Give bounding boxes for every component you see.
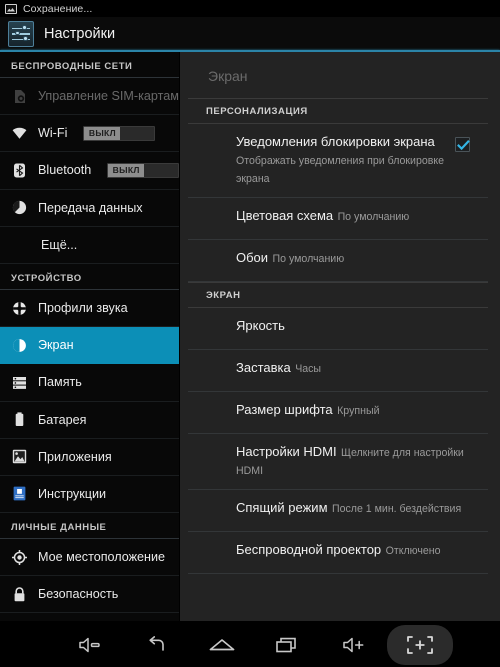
settings-sidebar[interactable]: БЕСПРОВОДНЫЕ СЕТИ Управление SIM-картам …	[0, 52, 180, 621]
sidebar-item-apps[interactable]: Приложения	[0, 439, 179, 476]
setting-subtitle: По умолчанию	[272, 253, 345, 265]
recents-icon[interactable]	[255, 625, 321, 665]
status-bar-text: Сохранение...	[23, 2, 93, 15]
sidebar-item-label: Экран	[38, 338, 74, 353]
sidebar-item-label: Wi-Fi	[38, 126, 68, 141]
sidebar-section-device: УСТРОЙСТВО	[0, 264, 179, 290]
sidebar-item-display[interactable]: Экран	[0, 327, 179, 365]
sidebar-item-label: Bluetooth	[38, 163, 92, 178]
content-split: БЕСПРОВОДНЫЕ СЕТИ Управление SIM-картам …	[0, 52, 500, 621]
sidebar-item-my-location[interactable]: Мое местоположение	[0, 539, 179, 577]
setting-color-scheme[interactable]: Цветовая схема По умолчанию	[188, 198, 488, 240]
sidebar-item-label: Ещё...	[41, 237, 78, 252]
sim-card-icon	[11, 88, 28, 105]
wifi-icon	[11, 125, 28, 142]
display-icon	[11, 337, 28, 354]
setting-subtitle: Отключено	[385, 545, 441, 557]
screenshot-icon[interactable]	[387, 625, 454, 665]
sidebar-item-sim-management[interactable]: Управление SIM-картам	[0, 78, 179, 116]
sidebar-item-storage[interactable]: Память	[0, 364, 179, 402]
sidebar-item-label: Память	[38, 375, 82, 390]
back-icon[interactable]	[123, 625, 189, 665]
sidebar-item-label: Батарея	[38, 412, 87, 427]
location-icon	[11, 549, 28, 566]
sidebar-item-label: Передача данных	[38, 200, 143, 215]
status-bar: Сохранение...	[0, 0, 500, 17]
bluetooth-toggle[interactable]: ВЫКЛ	[107, 162, 179, 178]
sidebar-item-more[interactable]: Ещё...	[0, 227, 179, 264]
setting-subtitle: По умолчанию	[337, 211, 410, 223]
bluetooth-toggle-label: ВЫКЛ	[112, 165, 140, 176]
page-title: Настройки	[44, 25, 116, 42]
setting-hdmi[interactable]: Настройки HDMI Щелкните для настройки HD…	[188, 434, 488, 490]
sidebar-section-wireless: БЕСПРОВОДНЫЕ СЕТИ	[0, 52, 179, 78]
setting-subtitle: Часы	[295, 363, 322, 375]
storage-icon	[11, 374, 28, 391]
battery-icon	[11, 411, 28, 428]
volume-down-icon[interactable]	[56, 625, 122, 665]
sidebar-item-label: Профили звука	[38, 301, 128, 316]
image-saving-icon	[5, 3, 17, 15]
setting-subtitle: Крупный	[337, 405, 380, 417]
data-usage-icon	[11, 199, 28, 216]
sidebar-item-label: Инструкции	[38, 486, 107, 501]
system-navigation-bar[interactable]	[0, 621, 500, 667]
content-section-personalization: ПЕРСОНАЛИЗАЦИЯ	[188, 98, 488, 124]
sidebar-item-language-input[interactable]: A Язык и ввод	[0, 613, 179, 621]
setting-title: Беспроводной проектор	[236, 542, 382, 557]
setting-title: Уведомления блокировки экрана	[236, 134, 435, 149]
sound-profiles-icon	[11, 300, 28, 317]
sidebar-item-sound-profiles[interactable]: Профили звука	[0, 290, 179, 328]
setting-title: Яркость	[236, 318, 285, 333]
sidebar-item-wifi[interactable]: Wi-Fi ВЫКЛ	[0, 115, 179, 153]
display-settings-panel: Экран ПЕРСОНАЛИЗАЦИЯ Уведомления блокиро…	[180, 52, 500, 621]
sidebar-item-bluetooth[interactable]: Bluetooth ВЫКЛ	[0, 152, 179, 190]
sidebar-section-personal: ЛИЧНЫЕ ДАННЫЕ	[0, 513, 179, 540]
apps-icon	[11, 448, 28, 465]
sidebar-item-security[interactable]: Безопасность	[0, 576, 179, 614]
setting-title: Размер шрифта	[236, 402, 333, 417]
setting-brightness[interactable]: Яркость	[188, 308, 488, 350]
sidebar-item-instructions[interactable]: Инструкции	[0, 476, 179, 514]
setting-wallpaper[interactable]: Обои По умолчанию	[188, 240, 488, 282]
app-bar: Настройки	[0, 17, 500, 50]
setting-font-size[interactable]: Размер шрифта Крупный	[188, 392, 488, 434]
home-icon[interactable]	[189, 625, 255, 665]
lock-icon	[11, 586, 28, 603]
settings-sliders-icon	[8, 20, 34, 47]
android-settings-screen: Сохранение... Настройки БЕСПРОВОДНЫЕ СЕТ…	[0, 0, 500, 667]
setting-subtitle: Отображать уведомления при блокировке эк…	[236, 155, 445, 185]
sidebar-item-label: Приложения	[38, 449, 112, 464]
content-section-screen: ЭКРАН	[188, 282, 488, 308]
setting-subtitle: После 1 мин. бездействия	[331, 503, 462, 515]
wifi-toggle-label: ВЫКЛ	[88, 128, 116, 139]
instructions-icon	[11, 485, 28, 502]
setting-wireless-display[interactable]: Беспроводной проектор Отключено	[188, 532, 488, 574]
setting-title: Заставка	[236, 360, 291, 375]
sidebar-item-label: Безопасность	[38, 587, 119, 602]
setting-title: Настройки HDMI	[236, 444, 337, 459]
sidebar-item-battery[interactable]: Батарея	[0, 402, 179, 439]
content-title: Экран	[208, 68, 248, 84]
setting-daydream[interactable]: Заставка Часы	[188, 350, 488, 392]
volume-up-icon[interactable]	[321, 625, 387, 665]
setting-title: Спящий режим	[236, 500, 328, 515]
bluetooth-icon	[11, 162, 28, 179]
wifi-toggle[interactable]: ВЫКЛ	[83, 125, 156, 141]
setting-title: Цветовая схема	[236, 208, 334, 223]
setting-lockscreen-notifications[interactable]: Уведомления блокировки экрана Отображать…	[188, 124, 488, 198]
setting-title: Обои	[236, 250, 269, 265]
sidebar-item-label: Управление SIM-картам	[38, 89, 179, 104]
lockscreen-notifications-checkbox[interactable]	[455, 137, 470, 152]
sidebar-item-data-usage[interactable]: Передача данных	[0, 190, 179, 227]
sidebar-item-label: Мое местоположение	[38, 550, 166, 565]
setting-sleep[interactable]: Спящий режим После 1 мин. бездействия	[188, 490, 488, 532]
